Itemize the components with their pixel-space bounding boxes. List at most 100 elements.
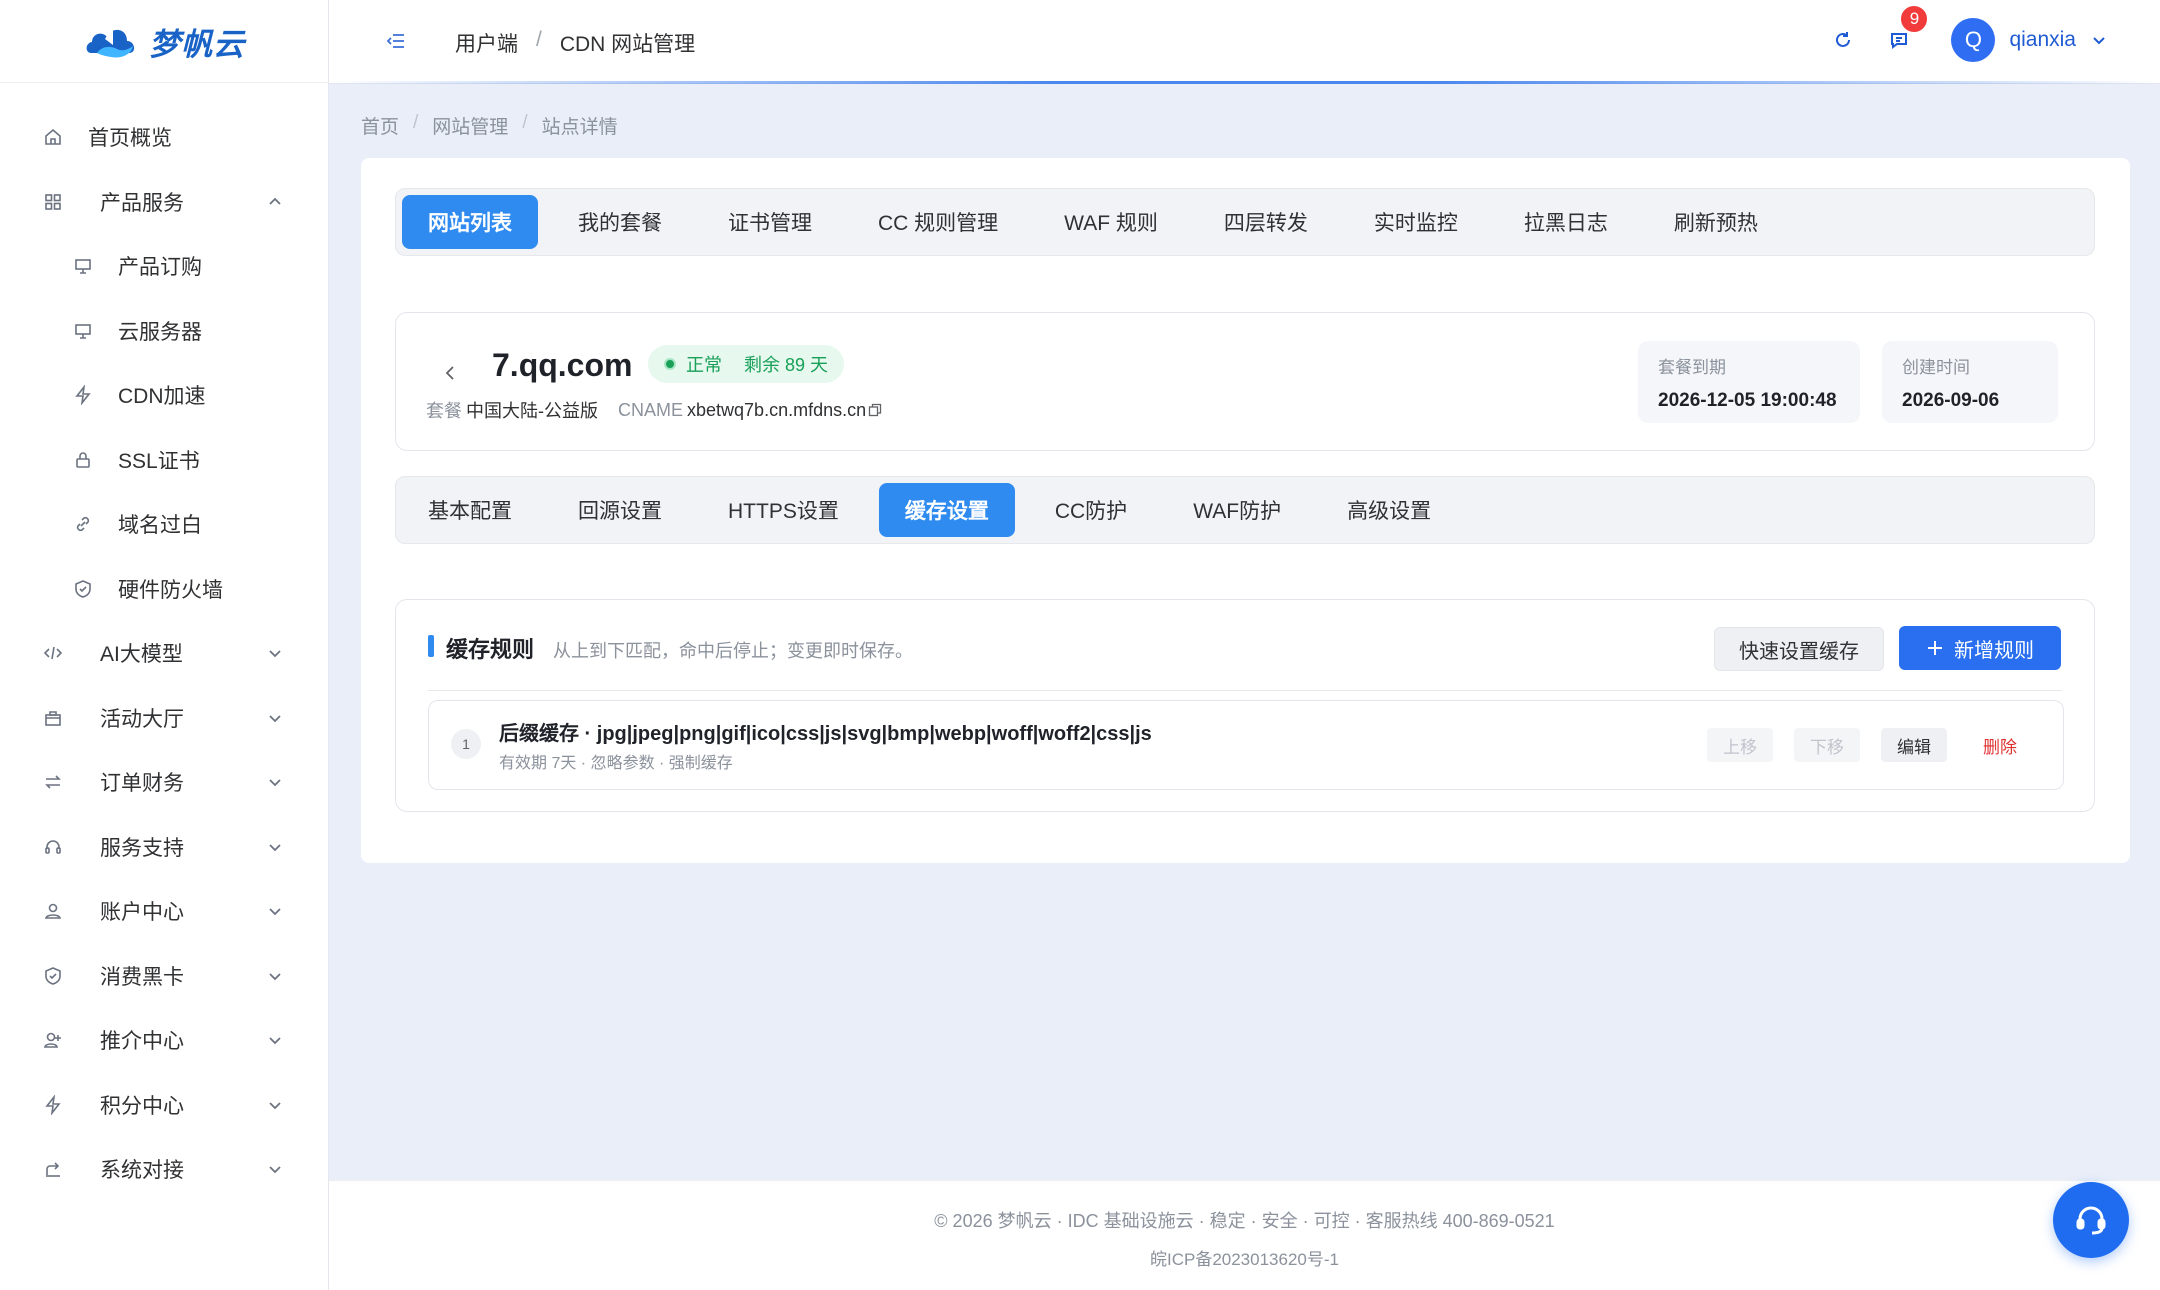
tab-basic-config[interactable]: 基本配置 xyxy=(402,483,538,537)
created-time-box: 创建时间 2026-09-06 xyxy=(1882,341,2058,423)
sidebar-item-cloud-server[interactable]: 云服务器 xyxy=(0,299,328,364)
sidebar-item-cdn[interactable]: CDN加速 xyxy=(0,363,328,428)
cname-value: xbetwq7b.cn.mfdns.cn xyxy=(687,399,867,420)
tab-advanced-config[interactable]: 高级设置 xyxy=(1321,483,1457,537)
chevron-down-icon xyxy=(266,838,284,856)
sidebar-item-label: 服务支持 xyxy=(100,836,184,860)
breadcrumb-detail: 站点详情 xyxy=(541,117,618,138)
sidebar-item-label: 消费黑卡 xyxy=(100,965,184,989)
header-crumb-separator: / xyxy=(536,28,542,51)
site-domain: 7.qq.com xyxy=(492,347,633,383)
sidebar-item-label: SSL证书 xyxy=(118,449,200,473)
tab-monitor[interactable]: 实时监控 xyxy=(1348,195,1484,249)
tab-origin-config[interactable]: 回源设置 xyxy=(552,483,688,537)
footer-icp[interactable]: 皖ICP备2023013620号-1 xyxy=(329,1245,2160,1270)
tab-cache-config[interactable]: 缓存设置 xyxy=(878,483,1015,537)
tab-waf-rules[interactable]: WAF 规则 xyxy=(1038,195,1184,249)
copy-icon[interactable] xyxy=(868,401,882,416)
sidebar-item-order[interactable]: 产品订购 xyxy=(0,234,328,299)
support-chat-button[interactable] xyxy=(2053,1182,2129,1258)
cache-rules-subtitle: 从上到下匹配，命中后停止；变更即时保存。 xyxy=(553,641,913,661)
sidebar-item-finance[interactable]: 订单财务 xyxy=(0,750,328,815)
code-icon xyxy=(42,642,64,664)
header-crumb-client[interactable]: 用户端 xyxy=(455,28,518,58)
chevron-down-icon xyxy=(266,773,284,791)
tab-cc-protect[interactable]: CC防护 xyxy=(1029,483,1153,537)
sidebar-item-points[interactable]: 积分中心 xyxy=(0,1073,328,1138)
status-badge: 正常 剩余 89 天 xyxy=(648,345,845,383)
top-header: 用户端 / CDN 网站管理 9 Q qianxia xyxy=(329,0,2160,83)
rule-index: 1 xyxy=(451,729,481,759)
sidebar-item-products[interactable]: 产品服务 xyxy=(0,170,328,235)
sidebar-item-integration[interactable]: 系统对接 xyxy=(0,1137,328,1202)
sidebar-item-black-card[interactable]: 消费黑卡 xyxy=(0,944,328,1009)
sidebar-item-support[interactable]: 服务支持 xyxy=(0,815,328,880)
breadcrumb-site-mgmt[interactable]: 网站管理 xyxy=(432,112,508,139)
tab-https-config[interactable]: HTTPS设置 xyxy=(702,483,865,537)
tab-block-log[interactable]: 拉黑日志 xyxy=(1498,195,1634,249)
main-card: 网站列表 我的套餐 证书管理 CC 规则管理 WAF 规则 四层转发 实时监控 … xyxy=(361,158,2130,863)
swap-icon xyxy=(42,771,64,793)
menu-fold-icon[interactable] xyxy=(385,30,407,52)
sidebar-item-label: 硬件防火墙 xyxy=(118,578,223,602)
tab-site-list[interactable]: 网站列表 xyxy=(402,195,538,249)
user-icon xyxy=(42,900,64,922)
status-text: 正常 xyxy=(686,355,722,375)
logo-mark-icon xyxy=(83,19,141,63)
sidebar-item-home[interactable]: 首页概览 xyxy=(0,105,328,170)
sidebar-item-domain-whitelist[interactable]: 域名过白 xyxy=(0,492,328,557)
header-actions: 9 Q qianxia xyxy=(1829,4,2108,62)
title-accent-bar xyxy=(428,635,434,657)
footer-copyright: © 2026 梦帆云 · IDC 基础设施云 · 稳定 · 安全 · 可控 · … xyxy=(934,1211,1555,1231)
quick-cache-button[interactable]: 快速设置缓存 xyxy=(1714,627,1884,671)
message-button[interactable]: 9 xyxy=(1885,4,1930,54)
plan-info: 套餐 中国大陆-公益版 xyxy=(426,397,598,423)
chevron-down-icon xyxy=(266,644,284,662)
chevron-down-icon[interactable] xyxy=(2090,31,2108,49)
tab-my-plan[interactable]: 我的套餐 xyxy=(552,195,688,249)
sidebar-item-firewall[interactable]: 硬件防火墙 xyxy=(0,557,328,622)
tab-l4-forward[interactable]: 四层转发 xyxy=(1198,195,1334,249)
tab-refresh-preheat[interactable]: 刷新预热 xyxy=(1648,195,1784,249)
sidebar-item-ai-model[interactable]: AI大模型 xyxy=(0,621,328,686)
cname-label: CNAME xyxy=(618,399,684,420)
rule-description: 有效期 7天 · 忽略参数 · 强制缓存 xyxy=(499,755,733,772)
edit-button[interactable]: 编辑 xyxy=(1881,728,1947,762)
sidebar-item-label: 域名过白 xyxy=(118,514,202,538)
refresh-button[interactable] xyxy=(1829,26,1857,54)
sidebar-item-activity[interactable]: 活动大厅 xyxy=(0,686,328,751)
gift-icon xyxy=(42,707,64,729)
tab-cert[interactable]: 证书管理 xyxy=(702,195,838,249)
breadcrumb-home[interactable]: 首页 xyxy=(361,112,399,139)
add-rule-button[interactable]: 新增规则 xyxy=(1899,626,2061,670)
sidebar-item-ssl[interactable]: SSL证书 xyxy=(0,428,328,493)
plan-expire-label: 套餐到期 xyxy=(1658,358,1726,377)
chevron-down-icon xyxy=(266,1160,284,1178)
sidebar-item-label: 推介中心 xyxy=(100,1030,184,1054)
sidebar-item-label: 云服务器 xyxy=(118,320,202,344)
tab-cc-rules[interactable]: CC 规则管理 xyxy=(852,195,1024,249)
remaining-days: 剩余 89 天 xyxy=(744,355,829,375)
logo[interactable]: 梦帆云 xyxy=(0,0,328,83)
logo-text: 梦帆云 xyxy=(149,26,245,62)
tab-waf-protect[interactable]: WAF防护 xyxy=(1167,483,1307,537)
move-up-button[interactable]: 上移 xyxy=(1707,728,1773,762)
chevron-down-icon xyxy=(266,1096,284,1114)
add-rule-label: 新增规则 xyxy=(1954,639,2034,662)
headset-icon xyxy=(42,836,64,858)
move-down-button[interactable]: 下移 xyxy=(1794,728,1860,762)
bolt-icon xyxy=(42,1094,64,1116)
sidebar-item-label: 活动大厅 xyxy=(100,707,184,731)
sidebar-item-referral[interactable]: 推介中心 xyxy=(0,1008,328,1073)
plan-label: 套餐 xyxy=(426,401,462,421)
created-time-label: 创建时间 xyxy=(1902,358,1970,377)
sidebar-item-account[interactable]: 账户中心 xyxy=(0,879,328,944)
sidebar-item-label: AI大模型 xyxy=(100,643,183,667)
header-progress-line xyxy=(329,81,2160,84)
username[interactable]: qianxia xyxy=(2009,28,2076,52)
sidebar-item-label: 积分中心 xyxy=(100,1094,184,1118)
chevron-down-icon xyxy=(266,967,284,985)
avatar[interactable]: Q xyxy=(1951,18,1996,62)
back-icon[interactable] xyxy=(440,363,460,383)
delete-button[interactable]: 删除 xyxy=(1967,728,2033,762)
